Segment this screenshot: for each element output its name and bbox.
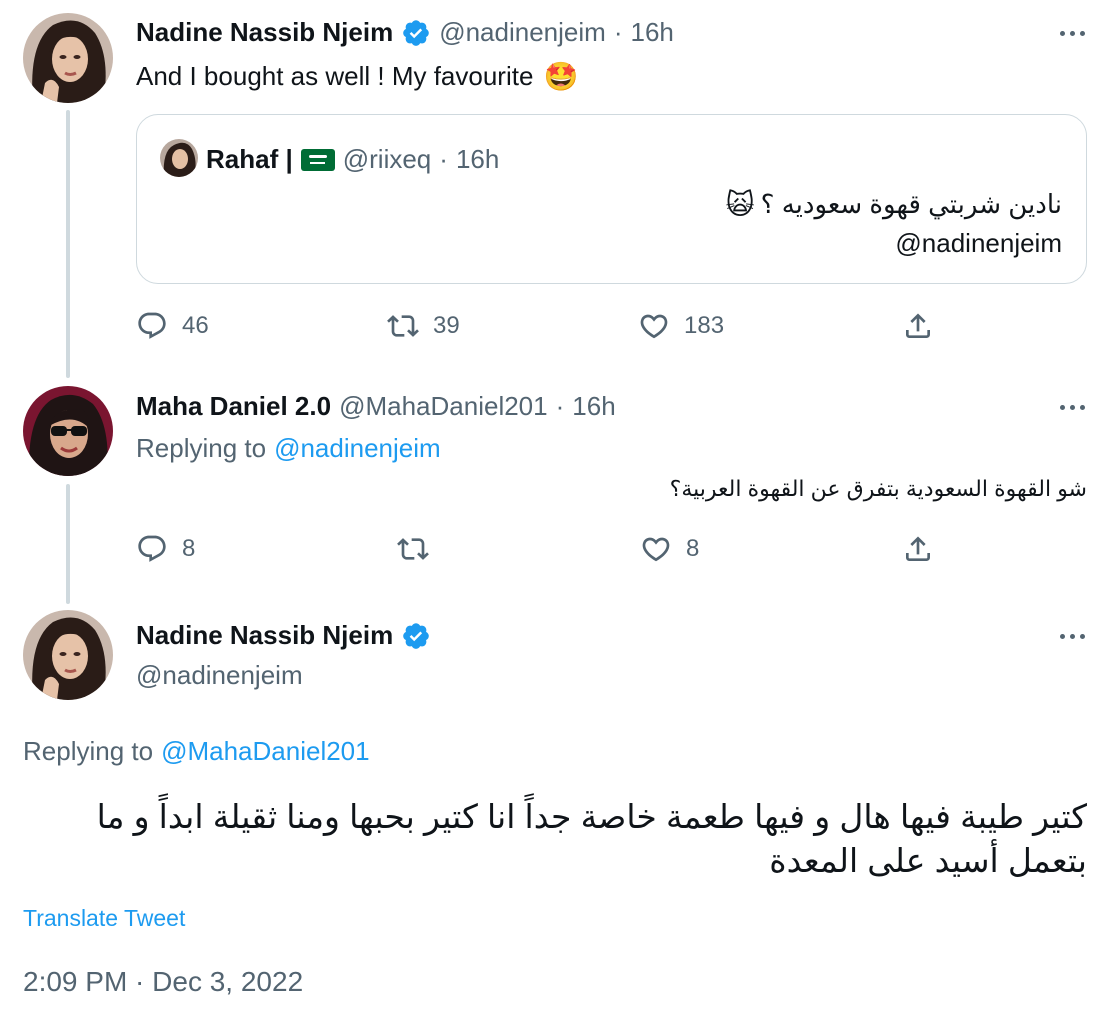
retweet-button[interactable]: 39 bbox=[387, 310, 460, 342]
quoted-mention: @nadinenjeim bbox=[895, 228, 1062, 258]
author-handle[interactable]: @nadinenjeim bbox=[439, 17, 606, 48]
thread-line bbox=[66, 110, 70, 378]
retweet-button[interactable] bbox=[397, 533, 443, 565]
tweet-time[interactable]: 16h bbox=[572, 391, 615, 422]
tweet-timestamp[interactable]: 2:09 PM · Dec 3, 2022 bbox=[23, 966, 303, 998]
replying-to-label: Replying to bbox=[136, 433, 267, 463]
replying-to-label: Replying to bbox=[23, 736, 154, 766]
quoted-tweet-text: نادين شربتي قهوة سعوديه ؟ bbox=[760, 189, 1062, 219]
reply-button[interactable]: 46 bbox=[136, 310, 209, 342]
reply-count: 46 bbox=[182, 312, 209, 339]
verified-badge-icon bbox=[401, 621, 431, 651]
tweet-text: شو القهوة السعودية بتفرق عن القهوة العرب… bbox=[669, 476, 1087, 501]
reply-icon bbox=[138, 312, 166, 339]
retweet-icon bbox=[387, 315, 419, 337]
like-button[interactable]: 183 bbox=[638, 310, 724, 342]
share-button[interactable] bbox=[902, 533, 934, 565]
quoted-author-name: Rahaf | bbox=[206, 144, 293, 174]
quoted-tweet-time: 16h bbox=[455, 144, 500, 174]
share-button[interactable] bbox=[902, 310, 934, 342]
weary-cat-emoji: 🙀 bbox=[725, 189, 755, 220]
avatar bbox=[160, 139, 198, 177]
verified-badge-icon bbox=[401, 18, 431, 48]
share-icon bbox=[906, 536, 930, 561]
author-handle[interactable]: @nadinenjeim bbox=[136, 660, 303, 691]
like-icon bbox=[640, 314, 668, 339]
avatar[interactable] bbox=[23, 13, 113, 103]
retweet-count: 39 bbox=[433, 312, 460, 339]
star-struck-emoji: 🤩 bbox=[543, 61, 579, 92]
like-button[interactable]: 8 bbox=[640, 533, 699, 565]
replying-to-link[interactable]: @MahaDaniel201 bbox=[161, 736, 370, 767]
separator-dot: · bbox=[555, 391, 565, 421]
more-icon[interactable] bbox=[1050, 621, 1094, 651]
like-icon bbox=[642, 537, 670, 562]
reply-button[interactable]: 8 bbox=[136, 533, 195, 565]
share-icon bbox=[906, 313, 930, 338]
avatar[interactable] bbox=[23, 610, 113, 700]
avatar[interactable] bbox=[23, 386, 113, 476]
tweet-text-line: بتعمل أسيد على المعدة bbox=[769, 842, 1087, 879]
separator-dot: · bbox=[613, 17, 623, 47]
like-count: 8 bbox=[686, 535, 700, 562]
quoted-author-handle: @riixeq bbox=[342, 144, 432, 174]
thread-line bbox=[66, 484, 70, 604]
replying-to-link[interactable]: @nadinenjeim bbox=[274, 433, 441, 464]
like-count: 183 bbox=[684, 312, 725, 339]
more-icon[interactable] bbox=[1050, 392, 1094, 422]
author-name[interactable]: Maha Daniel 2.0 bbox=[136, 391, 331, 422]
author-name[interactable]: Nadine Nassib Njeim bbox=[136, 17, 393, 48]
author-name[interactable]: Nadine Nassib Njeim bbox=[136, 620, 393, 651]
author-handle[interactable]: @MahaDaniel201 bbox=[339, 391, 548, 422]
tweet-text: And I bought as well ! My favourite bbox=[136, 61, 534, 91]
reply-count: 8 bbox=[182, 535, 196, 562]
tweet-time[interactable]: 16h bbox=[630, 17, 673, 48]
reply-icon bbox=[138, 535, 166, 562]
saudi-flag-icon bbox=[300, 148, 335, 171]
translate-tweet-link[interactable]: Translate Tweet bbox=[23, 905, 185, 932]
tweet-text-line: كتير طيبة فيها هال و فيها طعمة خاصة جداً… bbox=[96, 798, 1087, 835]
separator-dot: · bbox=[439, 144, 448, 174]
more-icon[interactable] bbox=[1050, 18, 1094, 48]
retweet-icon bbox=[397, 538, 429, 560]
